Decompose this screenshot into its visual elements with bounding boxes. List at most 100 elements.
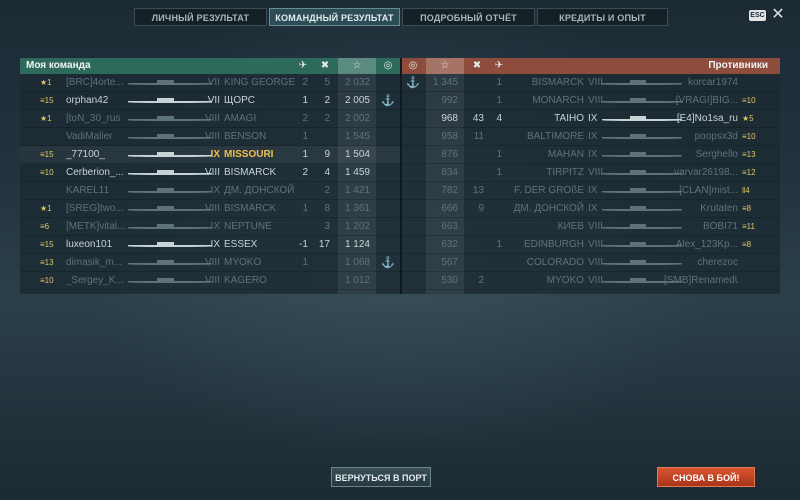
player-name[interactable]: korcar1974 xyxy=(664,74,738,92)
player-name[interactable]: Krutaten xyxy=(664,200,738,218)
player-name[interactable]: varvar26198... xyxy=(664,164,738,182)
player-name[interactable]: Cerberion_... xyxy=(66,164,128,182)
anchor-icon xyxy=(404,128,422,146)
table-row[interactable]: ≡6 [METK]vital... IX NEPTUNE 3 1 202 xyxy=(20,218,400,236)
ship-name: MISSOURI xyxy=(224,149,274,160)
table-row[interactable]: 968 43 4 TAIHO IX [E4]No1sa_ru ★5 xyxy=(402,110,780,128)
table-row[interactable]: 958 11 BALTIMORE IX poopsx3d ≡10 xyxy=(402,128,780,146)
anchor-icon xyxy=(380,236,396,254)
xp-column-header[interactable]: ☆ xyxy=(338,58,376,74)
player-name[interactable]: Serghello xyxy=(664,146,738,164)
anchor-icon xyxy=(380,74,396,92)
table-row[interactable]: 5302MYOKOVIII[SMB]RenamedU... xyxy=(402,272,780,290)
player-name[interactable]: KAREL11 xyxy=(66,182,128,200)
table-row[interactable]: 666 9 ДМ. ДОНСКОЙ IX Krutaten ≡8 xyxy=(402,200,780,218)
ship-tier: IX xyxy=(210,239,220,250)
table-row[interactable]: 567 COLORADO VIII cherezoc xyxy=(402,254,780,272)
plane-kills-icon[interactable]: ✈ xyxy=(490,58,508,74)
tab-detailed-report[interactable]: ПОДРОБНЫЙ ОТЧЁТ xyxy=(402,8,535,26)
player-name[interactable]: [SMB]RenamedU... xyxy=(664,272,738,290)
enemy-team-header: ◎ ☆ ✖ ✈ Противники xyxy=(402,58,780,74)
player-name[interactable]: luxeon101 xyxy=(66,236,128,254)
player-name[interactable]: dimasik_m... xyxy=(66,254,128,272)
kills-icon[interactable]: ✖ xyxy=(316,58,334,74)
kills-icon[interactable]: ✖ xyxy=(468,58,486,74)
table-row[interactable]: 834 1 TIRPITZ VIII varvar26198... ≡12 xyxy=(402,164,780,182)
table-row[interactable]: 992 1 MONARCH VIII [VRAGI]BIG... ≡10 xyxy=(402,92,780,110)
player-name[interactable]: [E4]No1sa_ru xyxy=(664,110,738,128)
anchor-icon xyxy=(404,110,422,128)
table-row[interactable]: ≡10 Cerberion_... VIII BISMARCK 2 4 1 459 xyxy=(20,164,400,182)
kills-value: 4 xyxy=(324,167,330,178)
player-name[interactable]: [VRAGI]BIG... xyxy=(664,92,738,110)
battle-again-button[interactable]: СНОВА В БОЙ! xyxy=(657,467,755,487)
anchor-icon xyxy=(404,272,422,290)
tab-credits-xp[interactable]: КРЕДИТЫ И ОПЫТ xyxy=(537,8,668,26)
ship-name: MYOKO xyxy=(224,257,262,268)
rank-badge xyxy=(40,182,68,200)
player-name[interactable]: cherezoc xyxy=(664,254,738,272)
table-row[interactable]: ⚓ 1 345 1 BISMARCK VIII korcar1974 xyxy=(402,74,780,92)
player-name[interactable]: orphan42 xyxy=(66,92,128,110)
ship-name: BALTIMORE xyxy=(526,131,584,142)
xp-column-header[interactable]: ☆ xyxy=(426,58,464,74)
kills-value xyxy=(464,164,484,182)
table-row[interactable]: ≡15 _77100_ IX MISSOURI 1 9 1 504 xyxy=(20,146,400,164)
player-name[interactable]: [BRC]4ortе... xyxy=(66,74,128,92)
table-row[interactable]: ≡15 luxeon101 IX ESSEX -1 17 1 124 xyxy=(20,236,400,254)
anchor-icon xyxy=(404,92,422,110)
enemy-team-title: Противники xyxy=(708,60,768,71)
ship-name: MYOKO xyxy=(546,275,584,286)
ship-name: BISMARCK xyxy=(531,77,584,88)
xp-value: 666 xyxy=(441,203,458,214)
tab-team-result[interactable]: КОМАНДНЫЙ РЕЗУЛЬТАТ xyxy=(269,8,400,26)
ship-tier: VIII xyxy=(204,257,220,268)
player-name[interactable]: BOBI71 xyxy=(664,218,738,236)
ship-tier: VIII xyxy=(204,167,220,178)
anchor-icon xyxy=(380,272,396,290)
base-icon[interactable]: ◎ xyxy=(404,58,422,74)
kills-value: 9 xyxy=(324,149,330,160)
table-row[interactable]: VadiMalier VIII BENSON 1 1 545 xyxy=(20,128,400,146)
enemy-team-panel: ◎ ☆ ✖ ✈ Противники ⚓ 1 345 1 BISMARCK VIII ko… xyxy=(400,58,780,294)
table-row[interactable]: ★1 [BRC]4ortе... VII KING GEORGE V 2 5 2 032 xyxy=(20,74,400,92)
plane-kills-icon[interactable]: ✈ xyxy=(294,58,312,74)
table-row[interactable]: KAREL11 IX ДМ. ДОНСКОЙ 2 1 421 xyxy=(20,182,400,200)
table-row[interactable]: ≡15 orphan42 VII ЩОРС 1 2 2 005 ⚓ xyxy=(20,92,400,110)
ship-name: ЩОРС xyxy=(224,95,255,106)
rank-badge xyxy=(742,272,776,290)
plane-kills-value xyxy=(488,218,502,236)
table-row[interactable]: ≡13 dimasik_m... VIII MYOKO 1 1 068 ⚓ xyxy=(20,254,400,272)
ship-tier: VIII xyxy=(204,131,220,142)
ship-name: F. DER GROßE xyxy=(513,185,584,196)
table-row[interactable]: 632 1 EDINBURGH VIII Alex_123Kp... ≡8 xyxy=(402,236,780,254)
plane-kills-value: 1 xyxy=(302,95,308,106)
player-name[interactable]: [CLAN]mist... xyxy=(664,182,738,200)
return-to-port-button[interactable]: ВЕРНУТЬСЯ В ПОРТ xyxy=(331,467,431,487)
rank-badge: ≡15 xyxy=(40,240,54,249)
xp-value: 1 124 xyxy=(344,239,370,250)
player-name[interactable]: [SREG]two... xyxy=(66,200,128,218)
rank-badge xyxy=(40,128,68,146)
ally-team-panel: Моя команда ✈ ✖ ☆ ◎ ★1 [BRC]4ortе... VII KI… xyxy=(20,58,400,294)
table-row[interactable]: ≡10 _Sergey_K... VIII KAGERO 1 012 xyxy=(20,272,400,290)
table-row[interactable]: ★1 [toN_30_rus VIII AMAGI 2 2 2 002 xyxy=(20,110,400,128)
player-name[interactable]: _77100_ xyxy=(66,146,128,164)
close-icon[interactable]: ✕ xyxy=(769,6,787,24)
rank-badge: ≡10 xyxy=(742,132,756,141)
table-row[interactable]: 663 КИЕВ VIII BOBI71 ≡11 xyxy=(402,218,780,236)
anchor-icon xyxy=(404,164,422,182)
rank-badge xyxy=(742,254,776,272)
player-name[interactable]: [toN_30_rus xyxy=(66,110,128,128)
table-row[interactable]: 782 13 F. DER GROßE IX [CLAN]mist... ‖4 xyxy=(402,182,780,200)
base-icon[interactable]: ◎ xyxy=(380,58,396,74)
player-name[interactable]: poopsx3d xyxy=(664,128,738,146)
player-name[interactable]: [METK]vital... xyxy=(66,218,128,236)
player-name[interactable]: Alex_123Kp... xyxy=(664,236,738,254)
table-row[interactable]: ★1 [SREG]two... VIII BISMARCK 1 8 1 361 xyxy=(20,200,400,218)
tab-personal-result[interactable]: ЛИЧНЫЙ РЕЗУЛЬТАТ xyxy=(134,8,267,26)
player-name[interactable]: _Sergey_K... xyxy=(66,272,128,290)
plane-kills-value: 1 xyxy=(496,95,502,106)
table-row[interactable]: 876 1 MAHAN IX Serghello ≡13 xyxy=(402,146,780,164)
player-name[interactable]: VadiMalier xyxy=(66,128,128,146)
